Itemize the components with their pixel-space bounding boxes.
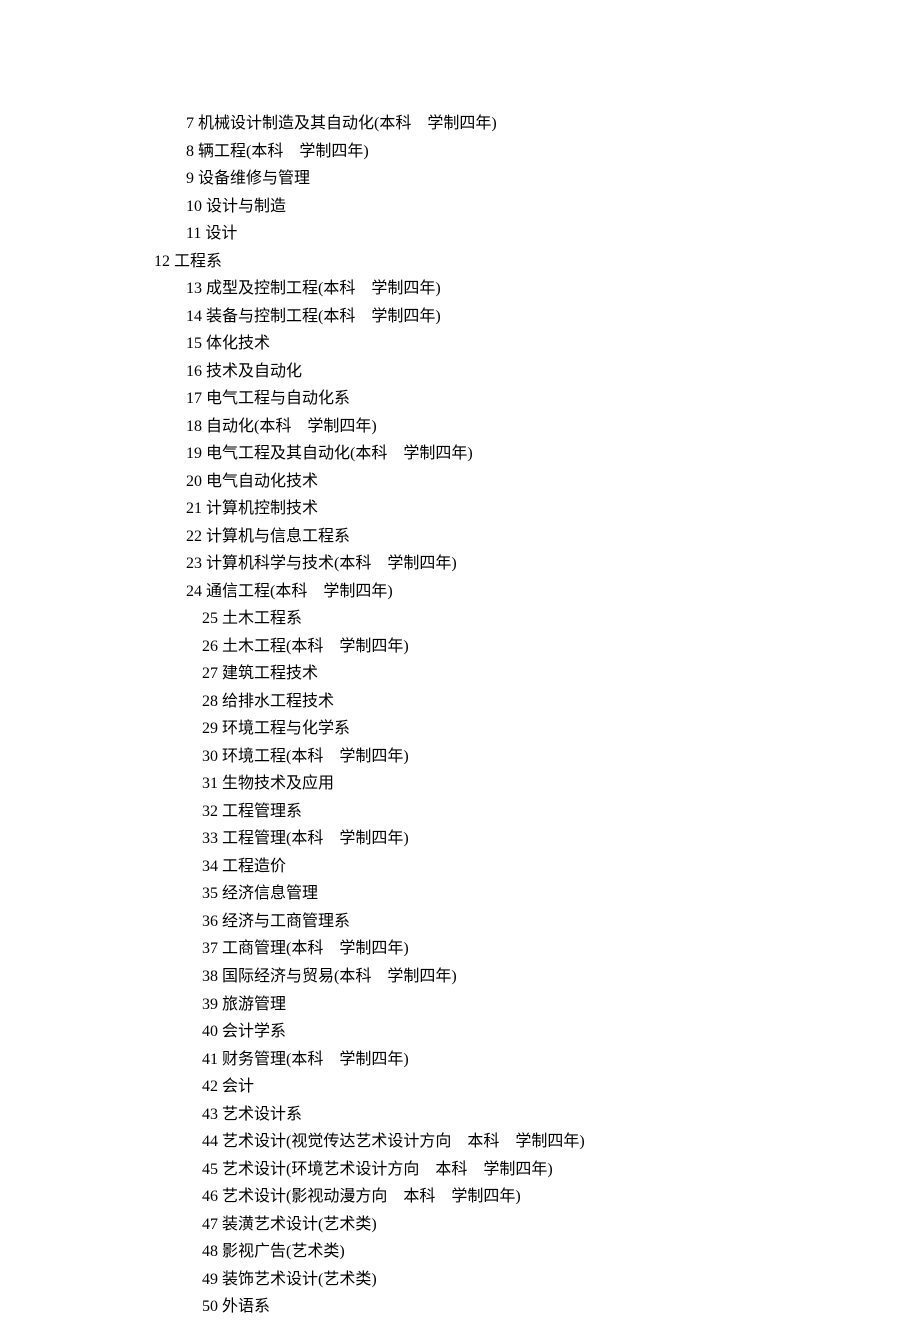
list-item: 49 装饰艺术设计(艺术类)	[0, 1266, 920, 1294]
list-item: 9 设备维修与管理	[0, 165, 920, 193]
list-item: 17 电气工程与自动化系	[0, 385, 920, 413]
list-item: 26 土木工程(本科 学制四年)	[0, 633, 920, 661]
list-item: 7 机械设计制造及其自动化(本科 学制四年)	[0, 110, 920, 138]
list-item: 33 工程管理(本科 学制四年)	[0, 825, 920, 853]
list-item: 45 艺术设计(环境艺术设计方向 本科 学制四年)	[0, 1156, 920, 1184]
list-item: 31 生物技术及应用	[0, 770, 920, 798]
list-item: 8 辆工程(本科 学制四年)	[0, 138, 920, 166]
list-item: 36 经济与工商管理系	[0, 908, 920, 936]
list-item: 14 装备与控制工程(本科 学制四年)	[0, 303, 920, 331]
list-item: 20 电气自动化技术	[0, 468, 920, 496]
list-item: 35 经济信息管理	[0, 880, 920, 908]
list-item: 34 工程造价	[0, 853, 920, 881]
list-item: 16 技术及自动化	[0, 358, 920, 386]
list-item: 50 外语系	[0, 1293, 920, 1321]
list-item: 37 工商管理(本科 学制四年)	[0, 935, 920, 963]
list-item: 12 工程系	[0, 248, 920, 276]
list-item: 47 装潢艺术设计(艺术类)	[0, 1211, 920, 1239]
list-item: 18 自动化(本科 学制四年)	[0, 413, 920, 441]
list-item: 41 财务管理(本科 学制四年)	[0, 1046, 920, 1074]
list-item: 29 环境工程与化学系	[0, 715, 920, 743]
list-item: 19 电气工程及其自动化(本科 学制四年)	[0, 440, 920, 468]
list-item: 15 体化技术	[0, 330, 920, 358]
list-item: 40 会计学系	[0, 1018, 920, 1046]
list-item: 39 旅游管理	[0, 991, 920, 1019]
program-list: 7 机械设计制造及其自动化(本科 学制四年)8 辆工程(本科 学制四年)9 设备…	[0, 110, 920, 1321]
list-item: 22 计算机与信息工程系	[0, 523, 920, 551]
list-item: 25 土木工程系	[0, 605, 920, 633]
list-item: 23 计算机科学与技术(本科 学制四年)	[0, 550, 920, 578]
list-item: 38 国际经济与贸易(本科 学制四年)	[0, 963, 920, 991]
list-item: 42 会计	[0, 1073, 920, 1101]
list-item: 44 艺术设计(视觉传达艺术设计方向 本科 学制四年)	[0, 1128, 920, 1156]
list-item: 10 设计与制造	[0, 193, 920, 221]
list-item: 43 艺术设计系	[0, 1101, 920, 1129]
list-item: 21 计算机控制技术	[0, 495, 920, 523]
list-item: 30 环境工程(本科 学制四年)	[0, 743, 920, 771]
list-item: 24 通信工程(本科 学制四年)	[0, 578, 920, 606]
list-item: 13 成型及控制工程(本科 学制四年)	[0, 275, 920, 303]
list-item: 48 影视广告(艺术类)	[0, 1238, 920, 1266]
list-item: 27 建筑工程技术	[0, 660, 920, 688]
list-item: 28 给排水工程技术	[0, 688, 920, 716]
list-item: 11 设计	[0, 220, 920, 248]
list-item: 32 工程管理系	[0, 798, 920, 826]
list-item: 46 艺术设计(影视动漫方向 本科 学制四年)	[0, 1183, 920, 1211]
